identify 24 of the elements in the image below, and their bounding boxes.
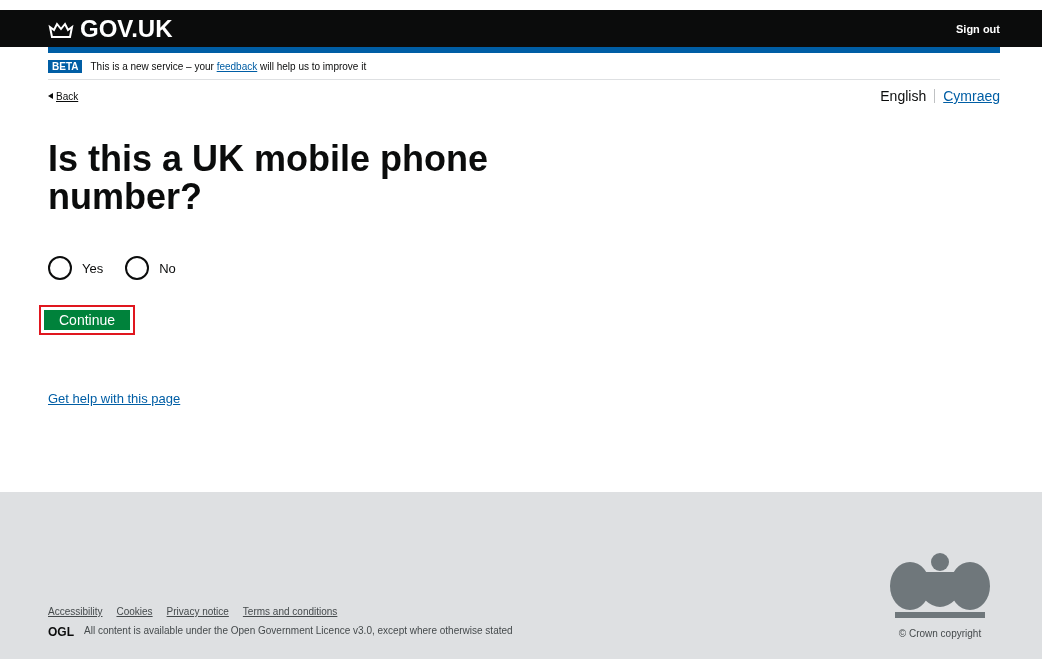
licence-link[interactable]: Open Government Licence v3.0 [230, 625, 372, 636]
footer-link[interactable]: Cookies [116, 606, 153, 617]
copyright-text: © Crown copyright [898, 628, 982, 639]
language-link[interactable]: English [880, 88, 927, 104]
footer-link[interactable]: Terms and conditions [242, 606, 338, 617]
footer-link[interactable]: Accessibility [48, 606, 103, 617]
back-arrow-icon [48, 93, 53, 99]
back-link[interactable]: Back [56, 90, 79, 102]
phase-banner-text: This is a new service – your feedback will help us to improve it [90, 60, 367, 72]
licence-text: All content is available under the Open Government Licence v3.0, except where otherwise stated [84, 625, 514, 636]
radio-label[interactable]: Yes [82, 260, 104, 276]
radio-label[interactable]: No [159, 260, 176, 276]
help-link[interactable]: Get help with this page [48, 391, 181, 406]
feedback-link[interactable]: feedback [216, 60, 258, 72]
footer-link[interactable]: Privacy notice [166, 606, 229, 617]
ogl-logo: OGL [48, 625, 74, 639]
continue-button[interactable]: Continue [39, 305, 136, 335]
sign-out-link[interactable]: Sign out [956, 22, 1000, 35]
language-link[interactable]: Cymraeg [943, 88, 1000, 104]
radio-button[interactable] [125, 256, 150, 280]
radio-button[interactable] [48, 256, 72, 280]
page-heading: Is this a UK mobile phone number? [48, 140, 490, 216]
beta-tag: BETA [48, 59, 83, 73]
logo-text[interactable]: GOV.UK [80, 14, 173, 43]
